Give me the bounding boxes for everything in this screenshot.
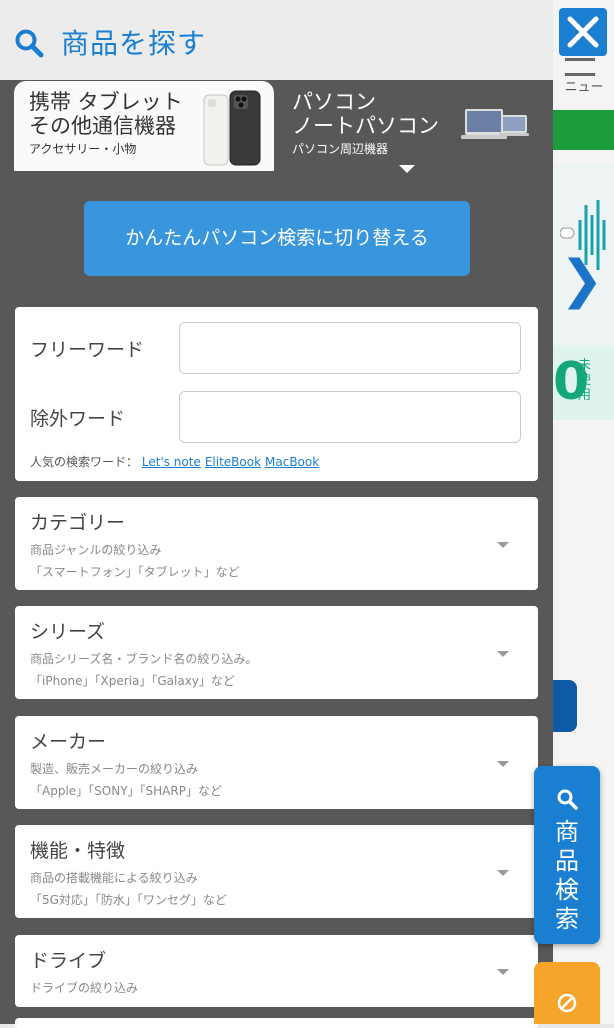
- badge-new-label: 未使用: [578, 358, 592, 403]
- tab-sublabel: パソコン周辺機器: [292, 142, 389, 156]
- close-icon: [567, 16, 599, 48]
- filter-title: シリーズ: [30, 621, 106, 643]
- menu-icon: [565, 58, 595, 76]
- background-blue-tab: [553, 680, 577, 732]
- popular-word-link[interactable]: Let's note: [142, 455, 201, 469]
- chevron-down-icon: [497, 542, 509, 548]
- popular-word-link[interactable]: EliteBook: [205, 455, 261, 469]
- product-search-label: 商品検索: [555, 818, 579, 933]
- active-tab-caret: [399, 165, 415, 173]
- menu-label: ニュー: [564, 80, 604, 95]
- product-search-button[interactable]: 商品検索: [534, 766, 600, 944]
- search-icon: [15, 29, 44, 58]
- panel-header: 商品を探す: [0, 0, 553, 80]
- search-panel: 商品を探す 携帯 タブレット その他通信機器 アクセサリー・小物 パソコン ノー…: [0, 0, 553, 1028]
- filter-category[interactable]: カテゴリー 商品ジャンルの絞り込み 「スマートフォン」「タブレット」など: [15, 497, 538, 590]
- chevron-right-icon[interactable]: ❯: [560, 250, 604, 310]
- page-title: 商品を探す: [61, 27, 207, 60]
- filter-description: 商品ジャンルの絞り込み: [30, 543, 162, 557]
- filter-next[interactable]: [15, 1018, 538, 1028]
- filter-features[interactable]: 機能・特徴 商品の搭載機能による絞り込み 「5G対応」「防水」「ワンセグ」など: [15, 825, 538, 918]
- filter-description: ドライブの絞り込み: [30, 981, 139, 995]
- filter-title: カテゴリー: [30, 512, 126, 534]
- tab-mobile[interactable]: 携帯 タブレット その他通信機器 アクセサリー・小物: [14, 81, 274, 171]
- chevron-down-icon: [497, 651, 509, 657]
- filter-series[interactable]: シリーズ 商品シリーズ名・ブランド名の絞り込み。 「iPhone」「Xperia…: [15, 606, 538, 699]
- filter-title: ドライブ: [30, 950, 107, 972]
- filter-description: 製造、販売メーカーの絞り込み: [30, 762, 199, 776]
- chevron-down-icon: [497, 761, 509, 767]
- chevron-down-icon: [497, 870, 509, 876]
- filter-title: メーカー: [30, 731, 107, 753]
- free-word-card: フリーワード 除外ワード 人気の検索ワード： Let's note EliteBo…: [15, 307, 538, 481]
- smartphone-image: [203, 90, 261, 166]
- filter-examples: 「5G対応」「防水」「ワンセグ」など: [30, 893, 227, 907]
- close-button[interactable]: [559, 8, 607, 56]
- filter-maker[interactable]: メーカー 製造、販売メーカーの絞り込み 「Apple」「SONY」「SHARP」…: [15, 716, 538, 809]
- tab-label-line1: パソコン: [292, 90, 376, 114]
- easy-pc-search-button[interactable]: かんたんパソコン検索に切り替える: [84, 201, 470, 276]
- clear-button[interactable]: [534, 962, 600, 1024]
- filter-examples: 「Apple」「SONY」「SHARP」など: [30, 784, 222, 798]
- tab-sublabel: アクセサリー・小物: [29, 142, 137, 156]
- popular-word-link[interactable]: MacBook: [265, 455, 319, 469]
- tab-label-line2: その他通信機器: [29, 114, 176, 138]
- popular-words-label: 人気の検索ワード：: [30, 455, 139, 469]
- exclude-word-label: 除外ワード: [30, 408, 126, 430]
- filter-title: 機能・特徴: [30, 840, 126, 862]
- tab-pc[interactable]: パソコン ノートパソコン パソコン周辺機器: [277, 81, 538, 173]
- tab-label-line1: 携帯 タブレット: [29, 90, 183, 114]
- cancel-icon: [557, 993, 577, 1013]
- free-word-input[interactable]: [179, 322, 521, 374]
- filter-examples: 「スマートフォン」「タブレット」など: [30, 565, 240, 579]
- popular-words: 人気の検索ワード： Let's note EliteBook MacBook: [30, 453, 323, 470]
- background-green-bar: [553, 110, 614, 150]
- exclude-word-input[interactable]: [179, 391, 521, 443]
- filter-drive[interactable]: ドライブ ドライブの絞り込み: [15, 935, 538, 1007]
- filter-description: 商品の搭載機能による絞り込み: [30, 871, 198, 885]
- laptop-image: [461, 109, 529, 139]
- search-icon: [557, 789, 578, 810]
- filter-description: 商品シリーズ名・ブランド名の絞り込み。: [30, 652, 258, 666]
- tab-label-line2: ノートパソコン: [292, 114, 439, 138]
- chevron-down-icon: [497, 969, 509, 975]
- free-word-label: フリーワード: [30, 339, 145, 361]
- filter-examples: 「iPhone」「Xperia」「Galaxy」など: [30, 674, 235, 688]
